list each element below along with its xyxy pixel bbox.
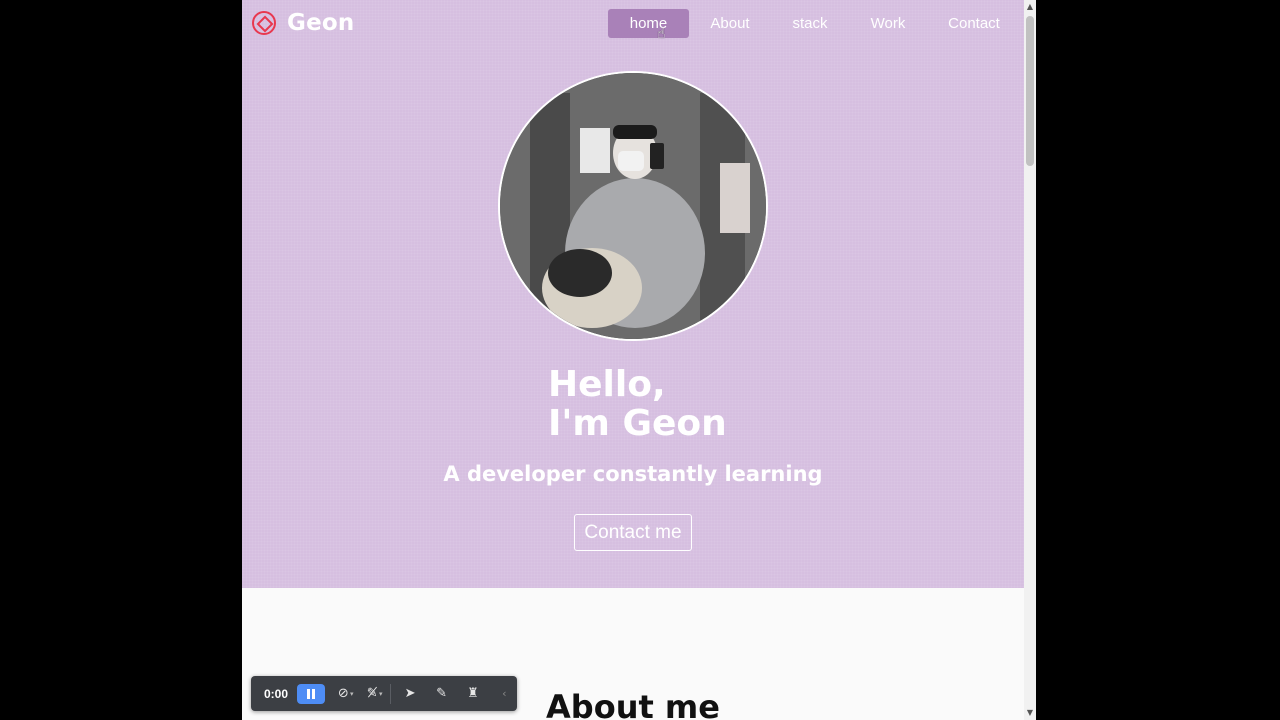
scroll-thumb[interactable] — [1026, 16, 1034, 166]
greeting-line-1: Hello, — [548, 364, 666, 405]
page-scrollbar[interactable]: ▲ ▼ — [1024, 0, 1036, 720]
collapse-icon[interactable]: ‹ — [492, 683, 517, 705]
contact-me-button[interactable]: Contact me — [574, 514, 692, 551]
recording-timer: 0:00 — [264, 686, 289, 701]
nav-item-about[interactable]: About — [689, 9, 771, 38]
brand[interactable]: Geon — [252, 10, 354, 36]
browser-viewport: Geon home About stack Work Contact ☝ Hel… — [242, 0, 1036, 720]
hero-greeting: Hello, I'm Geon — [548, 365, 727, 443]
camera-options-icon[interactable]: ▾ — [350, 690, 354, 698]
nav-item-stack[interactable]: stack — [771, 9, 849, 38]
screen-recorder-toolbar: 0:00 ⊘ ▾ ✎̸ ▾ ➤ ✎ ♜ ‹ — [251, 676, 517, 711]
brand-name: Geon — [287, 10, 355, 36]
hero-tagline: A developer constantly learning — [443, 462, 823, 486]
profile-avatar — [498, 71, 768, 341]
scroll-down-icon[interactable]: ▼ — [1024, 706, 1036, 720]
main-nav: home About stack Work Contact — [608, 9, 1021, 38]
nav-item-home[interactable]: home — [608, 9, 689, 38]
hand-cursor-icon: ☝ — [657, 26, 666, 42]
hero-section: Geon home About stack Work Contact ☝ Hel… — [242, 0, 1024, 588]
diamond-code-icon — [252, 11, 276, 35]
pen-icon[interactable]: ✎ — [429, 683, 454, 705]
nav-item-work[interactable]: Work — [849, 9, 927, 38]
pointer-icon[interactable]: ➤ — [397, 683, 422, 705]
mic-options-icon[interactable]: ▾ — [379, 690, 383, 698]
nav-item-contact[interactable]: Contact — [927, 9, 1021, 38]
broom-icon[interactable]: ♜ — [460, 683, 485, 705]
scroll-up-icon[interactable]: ▲ — [1024, 0, 1036, 14]
pause-icon[interactable] — [297, 683, 325, 704]
greeting-line-2: I'm Geon — [548, 403, 727, 444]
toolbar-divider — [390, 683, 392, 704]
